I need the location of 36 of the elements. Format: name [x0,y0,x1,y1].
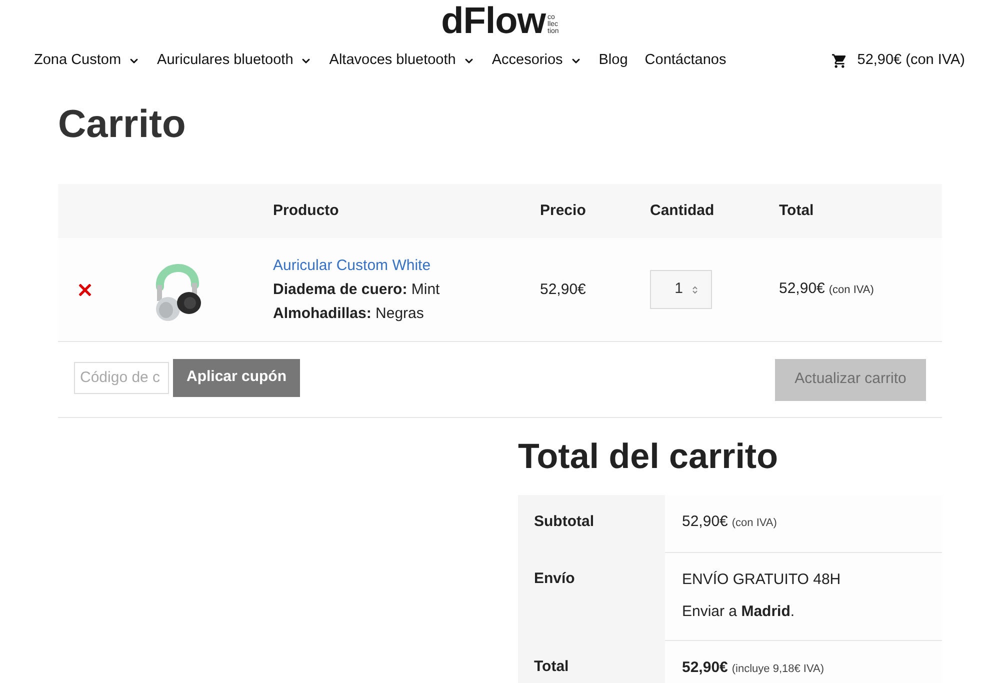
totals-amount: 52,90€ [682,658,728,678]
nav-link[interactable]: Contáctanos [644,50,726,72]
line-total-text: 52,90€ [779,279,825,300]
shipping-text: Enviar a Madrid. [682,602,795,622]
cart-link[interactable]: 52,90€ (con IVA) [832,50,965,72]
tax-note: (con IVA) [828,283,874,298]
page-title: Carrito [58,105,187,145]
nav-link[interactable]: Altavoces bluetooth [329,50,475,72]
shipping-text: ENVÍO GRATUITO 48H [682,570,841,590]
column-header: Producto [273,202,339,219]
remove-button[interactable] [79,284,91,296]
product-attribute: Almohadillas: Negras [273,304,424,324]
cart-totals-title: Total del carrito [518,439,779,475]
column-header: Precio [540,202,586,219]
close-icon [79,284,91,296]
totals-amount: 52,90€ [682,512,728,532]
shopping-cart-icon [832,54,848,68]
nav-link[interactable]: Auriculares bluetooth [157,50,312,72]
totals-label: Total [518,640,665,683]
column-header: Total [779,202,814,219]
apply-coupon-button[interactable]: Aplicar cupón [173,358,300,396]
nav-link[interactable]: Blog [598,50,628,72]
column-header: Cantidad [650,202,714,219]
price-text: 52,90€ [540,280,586,298]
logo-wordmark[interactable]: dFlow [441,4,546,38]
quantity-field[interactable]: 1 [650,270,712,309]
product-attribute: Diadema de cuero: Mint [273,280,440,300]
product-link[interactable]: Auricular Custom White [273,254,431,278]
nav-link[interactable]: Zona Custom [34,50,140,72]
tax-note: (incluye 9,18€ IVA) [732,662,824,677]
totals-label: Subtotal [518,495,665,552]
coupon-code-field[interactable]: Código de c [74,362,169,394]
tax-note: (con IVA) [732,516,777,531]
totals-label: Envío [518,552,665,640]
spinner-arrows-icon [692,284,698,294]
nav-link[interactable]: Accesorios [492,50,582,72]
